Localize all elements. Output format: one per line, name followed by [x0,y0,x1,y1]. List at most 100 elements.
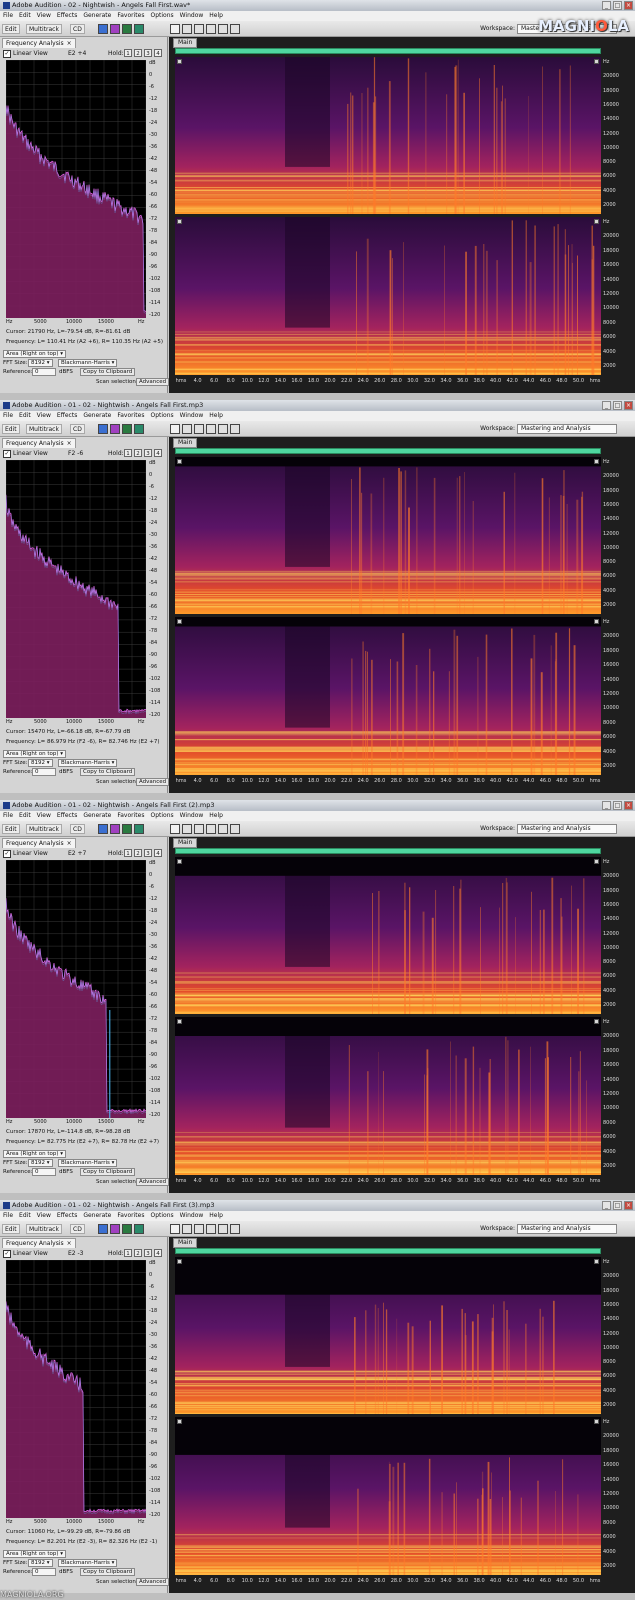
overview-bar[interactable] [175,448,601,454]
spectrogram-left-channel[interactable] [175,1257,601,1414]
multitrack-view-button[interactable]: Multitrack [26,824,62,834]
marquee-tool-icon[interactable] [182,1224,192,1234]
reference-input[interactable]: 0 [32,1168,56,1176]
close-icon[interactable]: × [624,401,633,410]
menu-options[interactable]: Options [147,11,176,21]
cd-view-button[interactable]: CD [70,1224,85,1234]
menu-edit[interactable]: Edit [16,1211,34,1221]
edit-view-button[interactable]: Edit [2,424,20,434]
waveform-icon[interactable] [98,424,108,434]
window-function-select[interactable]: Blackmann-Harris ▾ [58,359,118,367]
spot-healing-brush-icon[interactable] [218,824,228,834]
cd-view-button[interactable]: CD [70,24,85,34]
fft-size-select[interactable]: 8192 ▾ [28,1559,53,1567]
hold-button-3[interactable]: 3 [144,449,152,457]
multitrack-view-button[interactable]: Multitrack [26,424,62,434]
linear-view-checkbox[interactable]: ✓ Linear View [3,849,48,858]
menu-favorites[interactable]: Favorites [114,811,147,821]
menu-file[interactable]: File [0,411,16,421]
edit-view-button[interactable]: Edit [2,24,20,34]
time-ruler[interactable]: hms 4.0 6.0 8.0 10.0 12.0 14.0 16.0 18.0 20.0 22.0… [175,377,601,385]
hold-button-2[interactable]: 2 [134,1249,142,1257]
workspace-select[interactable]: Mastering and Analysis [517,424,617,434]
waveform-icon[interactable] [98,1224,108,1234]
window-function-select[interactable]: Blackmann-Harris ▾ [58,1559,118,1567]
hold-button-1[interactable]: 1 [124,49,132,57]
menu-favorites[interactable]: Favorites [114,11,147,21]
effects-paintbrush-icon[interactable] [206,24,216,34]
edit-view-button[interactable]: Edit [2,824,20,834]
menu-favorites[interactable]: Favorites [114,411,147,421]
hold-button-3[interactable]: 3 [144,849,152,857]
maximize-icon[interactable]: □ [613,401,622,410]
frequency-analysis-tab[interactable]: Frequency Analysis × [2,838,76,848]
spectrogram-left-channel[interactable] [175,457,601,614]
spectrogram-right-channel[interactable] [175,1417,601,1575]
hold-button-4[interactable]: 4 [154,449,162,457]
spectral-frequency-icon[interactable] [110,424,120,434]
frequency-graph[interactable] [6,60,146,318]
advanced-button[interactable]: Advanced [136,1178,170,1186]
menu-help[interactable]: Help [206,11,226,21]
fft-size-select[interactable]: 8192 ▾ [28,359,53,367]
linear-view-checkbox[interactable]: ✓ Linear View [3,49,48,58]
multitrack-view-button[interactable]: Multitrack [26,24,62,34]
menu-effects[interactable]: Effects [54,1211,80,1221]
spectral-pan-icon[interactable] [122,424,132,434]
main-tab[interactable]: Main [173,1238,198,1248]
marquee-tool-icon[interactable] [182,824,192,834]
time-ruler[interactable]: hms 4.0 6.0 8.0 10.0 12.0 14.0 16.0 18.0 20.0 22.0… [175,1177,601,1185]
channel-left-toggle-icon[interactable] [177,459,182,464]
scan-selection-label[interactable]: Scan selection [96,1578,136,1586]
linear-view-checkbox[interactable]: ✓ Linear View [3,449,48,458]
channel-left-menu-icon[interactable] [594,859,599,864]
channel-right-toggle-icon[interactable] [177,1019,182,1024]
channel-right-toggle-icon[interactable] [177,219,182,224]
menu-effects[interactable]: Effects [54,11,80,21]
menu-view[interactable]: View [34,411,54,421]
hand-tool-icon[interactable] [230,824,240,834]
channel-left-toggle-icon[interactable] [177,859,182,864]
advanced-button[interactable]: Advanced [136,778,170,786]
scan-selection-label[interactable]: Scan selection [96,778,136,786]
hand-tool-icon[interactable] [230,424,240,434]
spectral-phase-icon[interactable] [134,824,144,834]
advanced-button[interactable]: Advanced [136,378,170,386]
spectral-phase-icon[interactable] [134,24,144,34]
plot-type-select[interactable]: Area (Right on top) ▾ [3,1150,67,1158]
lasso-tool-icon[interactable] [194,424,204,434]
hold-button-2[interactable]: 2 [134,49,142,57]
spectral-pan-icon[interactable] [122,824,132,834]
spectral-phase-icon[interactable] [134,1224,144,1234]
menu-window[interactable]: Window [177,411,207,421]
menu-file[interactable]: File [0,811,16,821]
hold-button-4[interactable]: 4 [154,49,162,57]
copy-to-clipboard-button[interactable]: Copy to Clipboard [80,768,136,776]
plot-type-select[interactable]: Area (Right on top) ▾ [3,350,67,358]
hold-button-2[interactable]: 2 [134,849,142,857]
copy-to-clipboard-button[interactable]: Copy to Clipboard [80,368,136,376]
hold-button-3[interactable]: 3 [144,1249,152,1257]
edit-view-button[interactable]: Edit [2,1224,20,1234]
close-panel-icon[interactable]: × [67,840,72,847]
menu-help[interactable]: Help [206,411,226,421]
hand-tool-icon[interactable] [230,24,240,34]
channel-left-menu-icon[interactable] [594,1259,599,1264]
copy-to-clipboard-button[interactable]: Copy to Clipboard [80,1568,136,1576]
menu-view[interactable]: View [34,11,54,21]
channel-right-toggle-icon[interactable] [177,619,182,624]
channel-left-toggle-icon[interactable] [177,1259,182,1264]
time-selection-tool-icon[interactable] [170,824,180,834]
menu-generate[interactable]: Generate [80,1211,114,1221]
lasso-tool-icon[interactable] [194,1224,204,1234]
frequency-analysis-tab[interactable]: Frequency Analysis × [2,1238,76,1248]
spot-healing-brush-icon[interactable] [218,424,228,434]
spot-healing-brush-icon[interactable] [218,24,228,34]
hold-button-1[interactable]: 1 [124,449,132,457]
spectrogram-left-channel[interactable] [175,57,601,214]
fft-size-select[interactable]: 8192 ▾ [28,759,53,767]
minimize-icon[interactable]: _ [602,801,611,810]
hold-button-1[interactable]: 1 [124,1249,132,1257]
menu-options[interactable]: Options [147,811,176,821]
menu-effects[interactable]: Effects [54,811,80,821]
